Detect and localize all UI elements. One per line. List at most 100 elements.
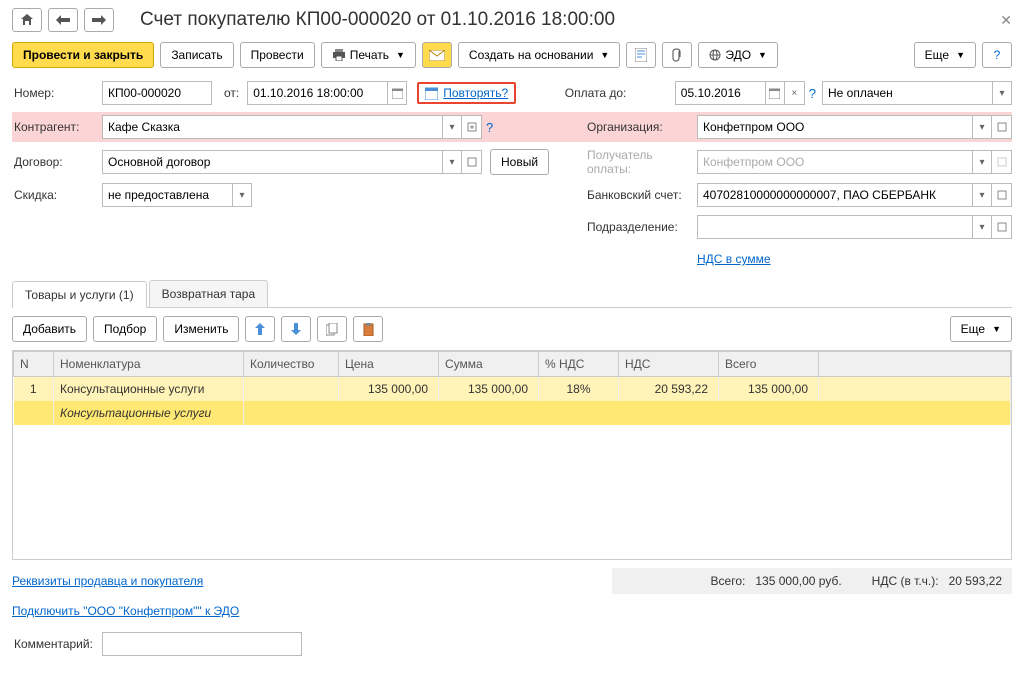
open-button[interactable] (992, 115, 1012, 139)
comment-input[interactable] (102, 632, 302, 656)
help-button[interactable]: ? (982, 42, 1012, 68)
open-icon (467, 122, 477, 132)
department-input[interactable] (697, 215, 972, 239)
report-button[interactable] (626, 42, 656, 68)
move-up-button[interactable] (245, 316, 275, 342)
dropdown-button[interactable]: ▾ (972, 215, 992, 239)
vat-mode-link[interactable]: НДС в сумме (697, 252, 1012, 266)
items-table: N Номенклатура Количество Цена Сумма % Н… (13, 351, 1011, 425)
connect-edo-link[interactable]: Подключить "ООО "Конфетпром"" к ЭДО (12, 604, 239, 618)
add-row-button[interactable]: Добавить (12, 316, 87, 342)
date-input[interactable] (247, 81, 387, 105)
number-input[interactable] (102, 81, 212, 105)
clipboard-icon (363, 323, 374, 336)
change-button[interactable]: Изменить (163, 316, 239, 342)
calendar-icon (425, 87, 438, 100)
print-button[interactable]: Печать▼ (321, 42, 416, 68)
dropdown-button[interactable]: ▾ (992, 81, 1012, 105)
caret-down-icon: ▼ (956, 50, 965, 60)
open-icon (467, 157, 477, 167)
email-button[interactable] (422, 42, 452, 68)
department-label: Подразделение: (587, 220, 697, 234)
open-icon (997, 122, 1007, 132)
help-link[interactable]: ? (809, 86, 816, 101)
payee-label: Получатель оплаты: (587, 148, 697, 176)
payee-input (697, 150, 972, 174)
calendar-icon (769, 88, 780, 99)
copy-button[interactable] (317, 316, 347, 342)
requisites-link[interactable]: Реквизиты продавца и покупателя (12, 574, 203, 588)
calendar-button[interactable] (765, 81, 785, 105)
dropdown-button: ▾ (972, 150, 992, 174)
col-sum: Сумма (439, 352, 539, 377)
payment-due-input[interactable] (675, 81, 765, 105)
attach-button[interactable] (662, 42, 692, 68)
report-icon (635, 48, 647, 62)
tab-more-button[interactable]: Еще▼ (950, 316, 1012, 342)
clear-button[interactable]: × (785, 81, 805, 105)
move-down-button[interactable] (281, 316, 311, 342)
pick-button[interactable]: Подбор (93, 316, 157, 342)
bank-account-input[interactable] (697, 183, 972, 207)
forward-button[interactable] (84, 8, 114, 32)
home-button[interactable] (12, 8, 42, 32)
col-item: Номенклатура (54, 352, 244, 377)
calendar-icon (392, 88, 403, 99)
comment-label: Комментарий: (12, 637, 102, 651)
page-title: Счет покупателю КП00-000020 от 01.10.201… (140, 9, 615, 31)
col-qty: Количество (244, 352, 339, 377)
col-price: Цена (339, 352, 439, 377)
status-select[interactable] (822, 81, 992, 105)
caret-down-icon: ▼ (396, 50, 405, 60)
envelope-icon (429, 50, 445, 61)
from-label: от: (224, 86, 239, 100)
dropdown-button[interactable]: ▾ (972, 115, 992, 139)
repeat-link[interactable]: Повторять? (443, 86, 508, 100)
open-button[interactable] (992, 183, 1012, 207)
paste-button[interactable] (353, 316, 383, 342)
open-button (992, 150, 1012, 174)
contract-input[interactable] (102, 150, 442, 174)
copy-icon (326, 323, 338, 336)
counterparty-input[interactable] (102, 115, 442, 139)
arrow-down-icon (291, 323, 301, 335)
totals-bar: Всего: 135 000,00 руб. НДС (в т.ч.): 20 … (612, 568, 1012, 594)
open-button[interactable] (462, 150, 482, 174)
discount-select[interactable] (102, 183, 232, 207)
more-button[interactable]: Еще▼ (914, 42, 976, 68)
tab-goods[interactable]: Товары и услуги (1) (12, 281, 147, 308)
edo-button[interactable]: ЭДО▼ (698, 42, 778, 68)
organization-input[interactable] (697, 115, 972, 139)
printer-icon (332, 49, 346, 61)
globe-icon (709, 49, 721, 61)
write-button[interactable]: Записать (160, 42, 233, 68)
col-vat-pct: % НДС (539, 352, 619, 377)
counterparty-label: Контрагент: (12, 120, 102, 134)
payment-due-label: Оплата до: (565, 86, 675, 100)
col-n: N (14, 352, 54, 377)
post-and-close-button[interactable]: Провести и закрыть (12, 42, 154, 68)
back-button[interactable] (48, 8, 78, 32)
caret-down-icon: ▼ (992, 324, 1001, 334)
table-row-sub[interactable]: Консультационные услуги (14, 401, 1011, 425)
open-button[interactable] (992, 215, 1012, 239)
close-button[interactable]: ✕ (1000, 12, 1012, 29)
dropdown-button[interactable]: ▾ (442, 150, 462, 174)
arrow-up-icon (255, 323, 265, 335)
dropdown-button[interactable]: ▾ (972, 183, 992, 207)
post-button[interactable]: Провести (240, 42, 315, 68)
contract-label: Договор: (12, 155, 102, 169)
dropdown-button[interactable]: ▾ (442, 115, 462, 139)
new-contract-button[interactable]: Новый (490, 149, 549, 175)
tab-returnable[interactable]: Возвратная тара (149, 280, 269, 307)
help-link[interactable]: ? (486, 120, 493, 135)
number-label: Номер: (12, 86, 102, 100)
open-icon (997, 157, 1007, 167)
open-icon (997, 190, 1007, 200)
col-total: Всего (719, 352, 819, 377)
create-based-on-button[interactable]: Создать на основании▼ (458, 42, 620, 68)
open-button[interactable] (462, 115, 482, 139)
table-row[interactable]: 1 Консультационные услуги 135 000,00 135… (14, 377, 1011, 402)
dropdown-button[interactable]: ▾ (232, 183, 252, 207)
calendar-button[interactable] (387, 81, 407, 105)
